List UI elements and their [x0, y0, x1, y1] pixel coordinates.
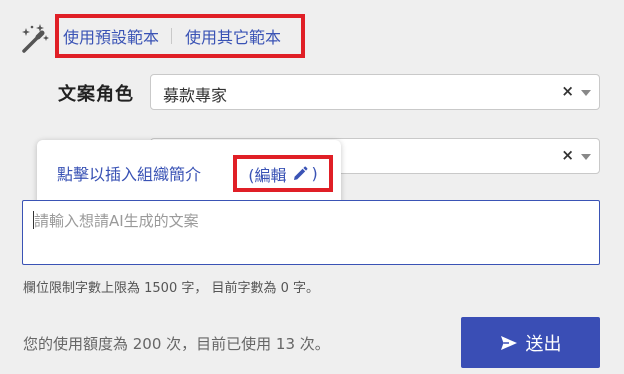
magic-wand-icon — [18, 24, 50, 54]
text-caret — [33, 211, 34, 229]
org-intro-popover: 點擊以插入組織簡介 (編輯 ) — [37, 140, 341, 208]
copy-role-select[interactable]: 募款專家 × — [150, 74, 600, 110]
usage-quota-text: 您的使用額度為 200 次，目前已使用 13 次。 — [23, 335, 330, 353]
chevron-down-icon[interactable] — [581, 90, 591, 96]
edit-label-open: (編輯 — [248, 165, 287, 185]
link-separator — [171, 28, 173, 44]
edit-label-close: ) — [311, 164, 318, 183]
clear-icon[interactable]: × — [561, 146, 574, 164]
insert-org-intro-link[interactable]: 點擊以插入組織簡介 — [57, 161, 201, 185]
submit-label: 送出 — [525, 333, 562, 355]
copy-role-label: 文案角色 — [58, 84, 134, 105]
prompt-textarea[interactable]: 請輸入想請AI生成的文案 — [22, 200, 600, 265]
use-preset-template-link[interactable]: 使用預設範本 — [63, 24, 159, 48]
pencil-icon — [293, 166, 307, 180]
prompt-placeholder: 請輸入想請AI生成的文案 — [34, 212, 199, 230]
chevron-down-icon[interactable] — [581, 154, 591, 160]
use-other-template-link[interactable]: 使用其它範本 — [185, 24, 281, 48]
submit-button[interactable]: 送出 — [461, 317, 600, 368]
send-icon — [500, 335, 517, 350]
template-links-highlight: 使用預設範本 使用其它範本 — [55, 14, 305, 58]
edit-org-intro-button[interactable]: (編輯 ) — [233, 155, 333, 192]
clear-icon[interactable]: × — [561, 82, 574, 100]
copy-role-value: 募款專家 — [163, 86, 228, 105]
char-limit-text: 欄位限制字數上限為 1500 字， 目前字數為 0 字。 — [23, 281, 320, 296]
